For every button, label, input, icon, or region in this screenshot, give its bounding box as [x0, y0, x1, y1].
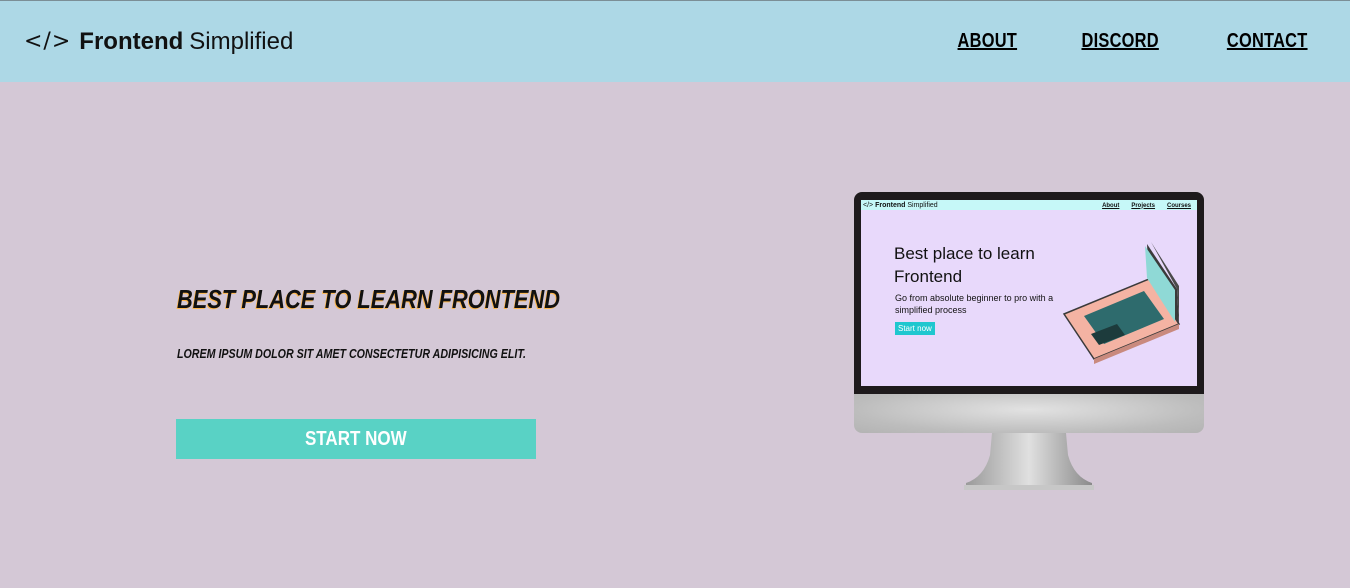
nav-links: ABOUT DISCORD CONTACT [951, 30, 1316, 53]
mini-title: Best place to learn Frontend [894, 244, 1035, 286]
logo-text-bold: Frontend [79, 27, 184, 55]
mini-logo-light: Simplified [907, 201, 938, 209]
mini-nav: </> Frontend Simplified About Projects C… [861, 200, 1197, 210]
mini-link-about: About [1102, 202, 1120, 209]
laptop-icon [1062, 242, 1181, 364]
logo-text-light: Simplified [189, 27, 294, 55]
monitor-illustration: </> Frontend Simplified About Projects C… [854, 192, 1204, 492]
code-brackets-icon: </> [24, 29, 72, 54]
mini-start-button: Start now [895, 322, 935, 335]
monitor-chin [854, 394, 1204, 433]
monitor-bezel: </> Frontend Simplified About Projects C… [854, 192, 1204, 394]
nav-link-discord[interactable]: DISCORD [1082, 30, 1159, 53]
top-nav: </> Frontend Simplified ABOUT DISCORD CO… [0, 0, 1350, 82]
mini-logo-bold: Frontend [875, 201, 906, 209]
mini-code-icon: </> [863, 201, 874, 209]
mini-link-projects: Projects [1131, 202, 1156, 209]
start-now-label: START NOW [305, 427, 407, 450]
mini-logo: </> Frontend Simplified [863, 202, 938, 209]
nav-link-contact[interactable]: CONTACT [1226, 30, 1307, 53]
monitor-screen: </> Frontend Simplified About Projects C… [861, 200, 1197, 386]
monitor-stand [964, 433, 1094, 490]
hero-subtitle: LOREM IPSUM DOLOR SIT AMET CONSECTETUR A… [177, 346, 527, 361]
nav-link-about[interactable]: ABOUT [957, 30, 1017, 53]
mini-subtitle: Go from absolute beginner to pro with a … [895, 293, 1054, 315]
mini-link-courses: Courses [1166, 202, 1191, 209]
hero-title: BEST PLACE TO LEARN FRONTEND [177, 284, 561, 314]
start-now-button[interactable]: START NOW [176, 419, 536, 459]
mini-links: About Projects Courses [1092, 202, 1191, 209]
site-logo[interactable]: </> Frontend Simplified [24, 28, 293, 56]
